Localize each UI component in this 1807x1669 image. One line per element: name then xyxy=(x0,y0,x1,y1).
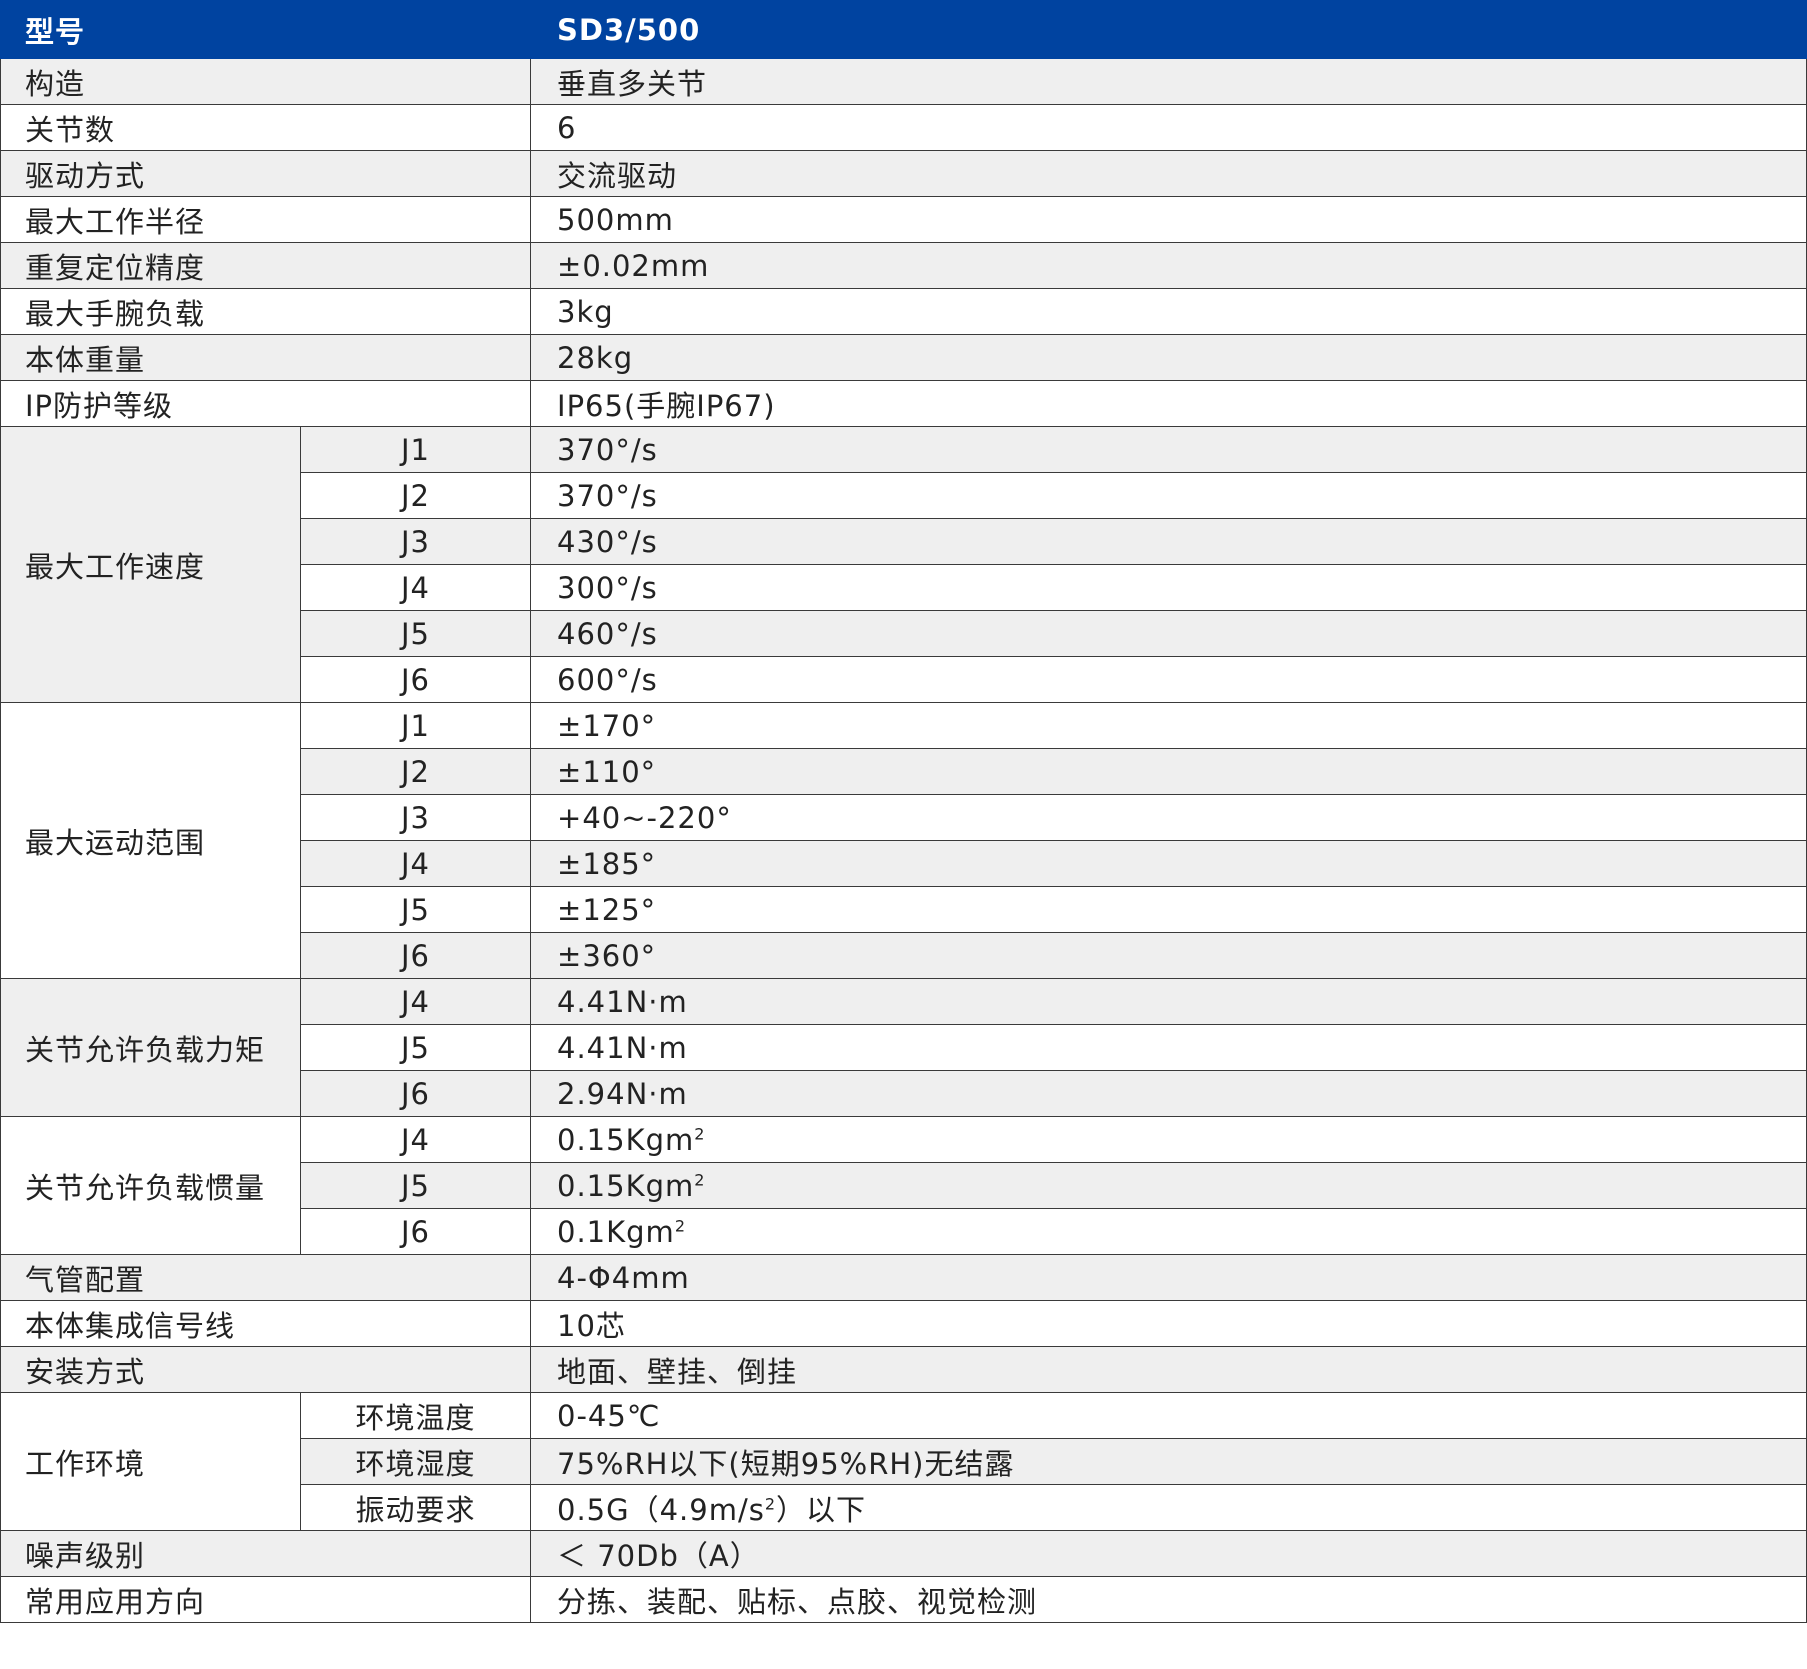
row-value: 28kg xyxy=(530,334,1807,381)
spec-row: 本体重量 28kg xyxy=(0,334,1807,381)
row-label: 本体集成信号线 xyxy=(0,1300,532,1347)
row-label: 重复定位精度 xyxy=(0,242,532,289)
row-label: 关节数 xyxy=(0,104,532,151)
range-row: 最大运动范围 J1 ±170° xyxy=(0,702,1807,979)
row-label: 构造 xyxy=(0,58,532,105)
inertia-row: 关节允许负载惯量 J4 0.15Kgm2 xyxy=(0,1116,1807,1255)
axis-label: J6 xyxy=(299,1208,532,1255)
axis-label: J2 xyxy=(299,748,532,795)
axis-value: 600°/s xyxy=(530,656,1807,703)
axis-label: J4 xyxy=(299,1116,532,1163)
axis-label: J2 xyxy=(299,472,532,519)
header-model: SD3/500 xyxy=(530,0,1339,59)
axis-value: 430°/s xyxy=(530,518,1807,565)
row-label: 常用应用方向 xyxy=(0,1576,532,1623)
row-value: IP65(手腕IP67) xyxy=(530,380,1807,427)
axis-value: ±170° xyxy=(530,702,1807,749)
spec-row: 常用应用方向 分拣、装配、贴标、点胶、视觉检测 xyxy=(0,1576,1807,1623)
axis-value: 0.15Kgm2 xyxy=(530,1116,1807,1163)
row-value: 10芯 xyxy=(530,1300,1807,1347)
row-value: 6 xyxy=(530,104,1807,151)
axis-label: J5 xyxy=(299,886,532,933)
row-value: 4-Φ4mm xyxy=(530,1254,1807,1301)
spec-row: IP防护等级 IP65(手腕IP67) xyxy=(0,380,1807,427)
header-spacer xyxy=(1337,0,1807,59)
axis-value: ±185° xyxy=(530,840,1807,887)
group-label: 工作环境 xyxy=(0,1392,301,1531)
row-label: 最大工作半径 xyxy=(0,196,532,243)
spec-table: 型号 SD3/500 构造 垂直多关节 关节数 6 驱动方式 交流驱动 最大工作… xyxy=(0,0,1807,1623)
row-value: ±0.02mm xyxy=(530,242,1807,289)
row-label: IP防护等级 xyxy=(0,380,532,427)
environment-row: 工作环境 环境温度 0-45℃ xyxy=(0,1392,1807,1531)
axis-label: J6 xyxy=(299,656,532,703)
axis-value: 2.94N·m xyxy=(530,1070,1807,1117)
axis-value: 370°/s xyxy=(530,472,1807,519)
row-value: 500mm xyxy=(530,196,1807,243)
axis-label: J6 xyxy=(299,932,532,979)
axis-value: 300°/s xyxy=(530,564,1807,611)
axis-label: J3 xyxy=(299,794,532,841)
axis-value: ±360° xyxy=(530,932,1807,979)
axis-label: J5 xyxy=(299,1162,532,1209)
axis-label: J3 xyxy=(299,518,532,565)
spec-row: 安装方式 地面、壁挂、倒挂 xyxy=(0,1346,1807,1393)
header-label: 型号 xyxy=(0,0,532,59)
torque-row: 关节允许负载力矩 J4 4.41N·m xyxy=(0,978,1807,1117)
axis-value: 370°/s xyxy=(530,426,1807,473)
env-label: 环境湿度 xyxy=(299,1438,532,1485)
axis-label: J5 xyxy=(299,610,532,657)
row-value: 垂直多关节 xyxy=(530,58,1807,105)
spec-row: 重复定位精度 ±0.02mm xyxy=(0,242,1807,289)
row-label: 驱动方式 xyxy=(0,150,532,197)
row-label: 气管配置 xyxy=(0,1254,532,1301)
env-value: 0-45℃ xyxy=(530,1392,1807,1439)
group-label: 关节允许负载惯量 xyxy=(0,1116,301,1255)
spec-row: 本体集成信号线 10芯 xyxy=(0,1300,1807,1347)
axis-value: +40~-220° xyxy=(530,794,1807,841)
axis-value: 0.1Kgm2 xyxy=(530,1208,1807,1255)
axis-value: 4.41N·m xyxy=(530,1024,1807,1071)
row-value: 交流驱动 xyxy=(530,150,1807,197)
axis-label: J4 xyxy=(299,564,532,611)
row-value: ＜ 70Db（A） xyxy=(530,1530,1807,1577)
axis-label: J4 xyxy=(299,978,532,1025)
row-label: 安装方式 xyxy=(0,1346,532,1393)
row-value: 分拣、装配、贴标、点胶、视觉检测 xyxy=(530,1576,1807,1623)
group-label: 最大运动范围 xyxy=(0,702,301,979)
row-label: 噪声级别 xyxy=(0,1530,532,1577)
speed-row: 最大工作速度 J1 370°/s xyxy=(0,426,1807,703)
axis-label: J4 xyxy=(299,840,532,887)
spec-row: 气管配置 4-Φ4mm xyxy=(0,1254,1807,1301)
axis-label: J1 xyxy=(299,702,532,749)
spec-row: 最大工作半径 500mm xyxy=(0,196,1807,243)
group-label: 关节允许负载力矩 xyxy=(0,978,301,1117)
env-label: 环境温度 xyxy=(299,1392,532,1439)
header-row: 型号 SD3/500 xyxy=(0,0,1807,59)
axis-value: 460°/s xyxy=(530,610,1807,657)
spec-row: 噪声级别 ＜ 70Db（A） xyxy=(0,1530,1807,1577)
row-value: 3kg xyxy=(530,288,1807,335)
spec-row: 驱动方式 交流驱动 xyxy=(0,150,1807,197)
spec-row: 构造 垂直多关节 xyxy=(0,58,1807,105)
row-label: 本体重量 xyxy=(0,334,532,381)
env-value: 75%RH以下(短期95%RH)无结露 xyxy=(530,1438,1807,1485)
spec-row: 最大手腕负载 3kg xyxy=(0,288,1807,335)
axis-value: 4.41N·m xyxy=(530,978,1807,1025)
axis-value: 0.15Kgm2 xyxy=(530,1162,1807,1209)
spec-row: 关节数 6 xyxy=(0,104,1807,151)
group-label: 最大工作速度 xyxy=(0,426,301,703)
axis-value: ±110° xyxy=(530,748,1807,795)
axis-label: J6 xyxy=(299,1070,532,1117)
row-value: 地面、壁挂、倒挂 xyxy=(530,1346,1807,1393)
env-label: 振动要求 xyxy=(299,1484,532,1531)
row-label: 最大手腕负载 xyxy=(0,288,532,335)
axis-label: J1 xyxy=(299,426,532,473)
env-value: 0.5G（4.9m/s2）以下 xyxy=(530,1484,1807,1531)
axis-value: ±125° xyxy=(530,886,1807,933)
axis-label: J5 xyxy=(299,1024,532,1071)
